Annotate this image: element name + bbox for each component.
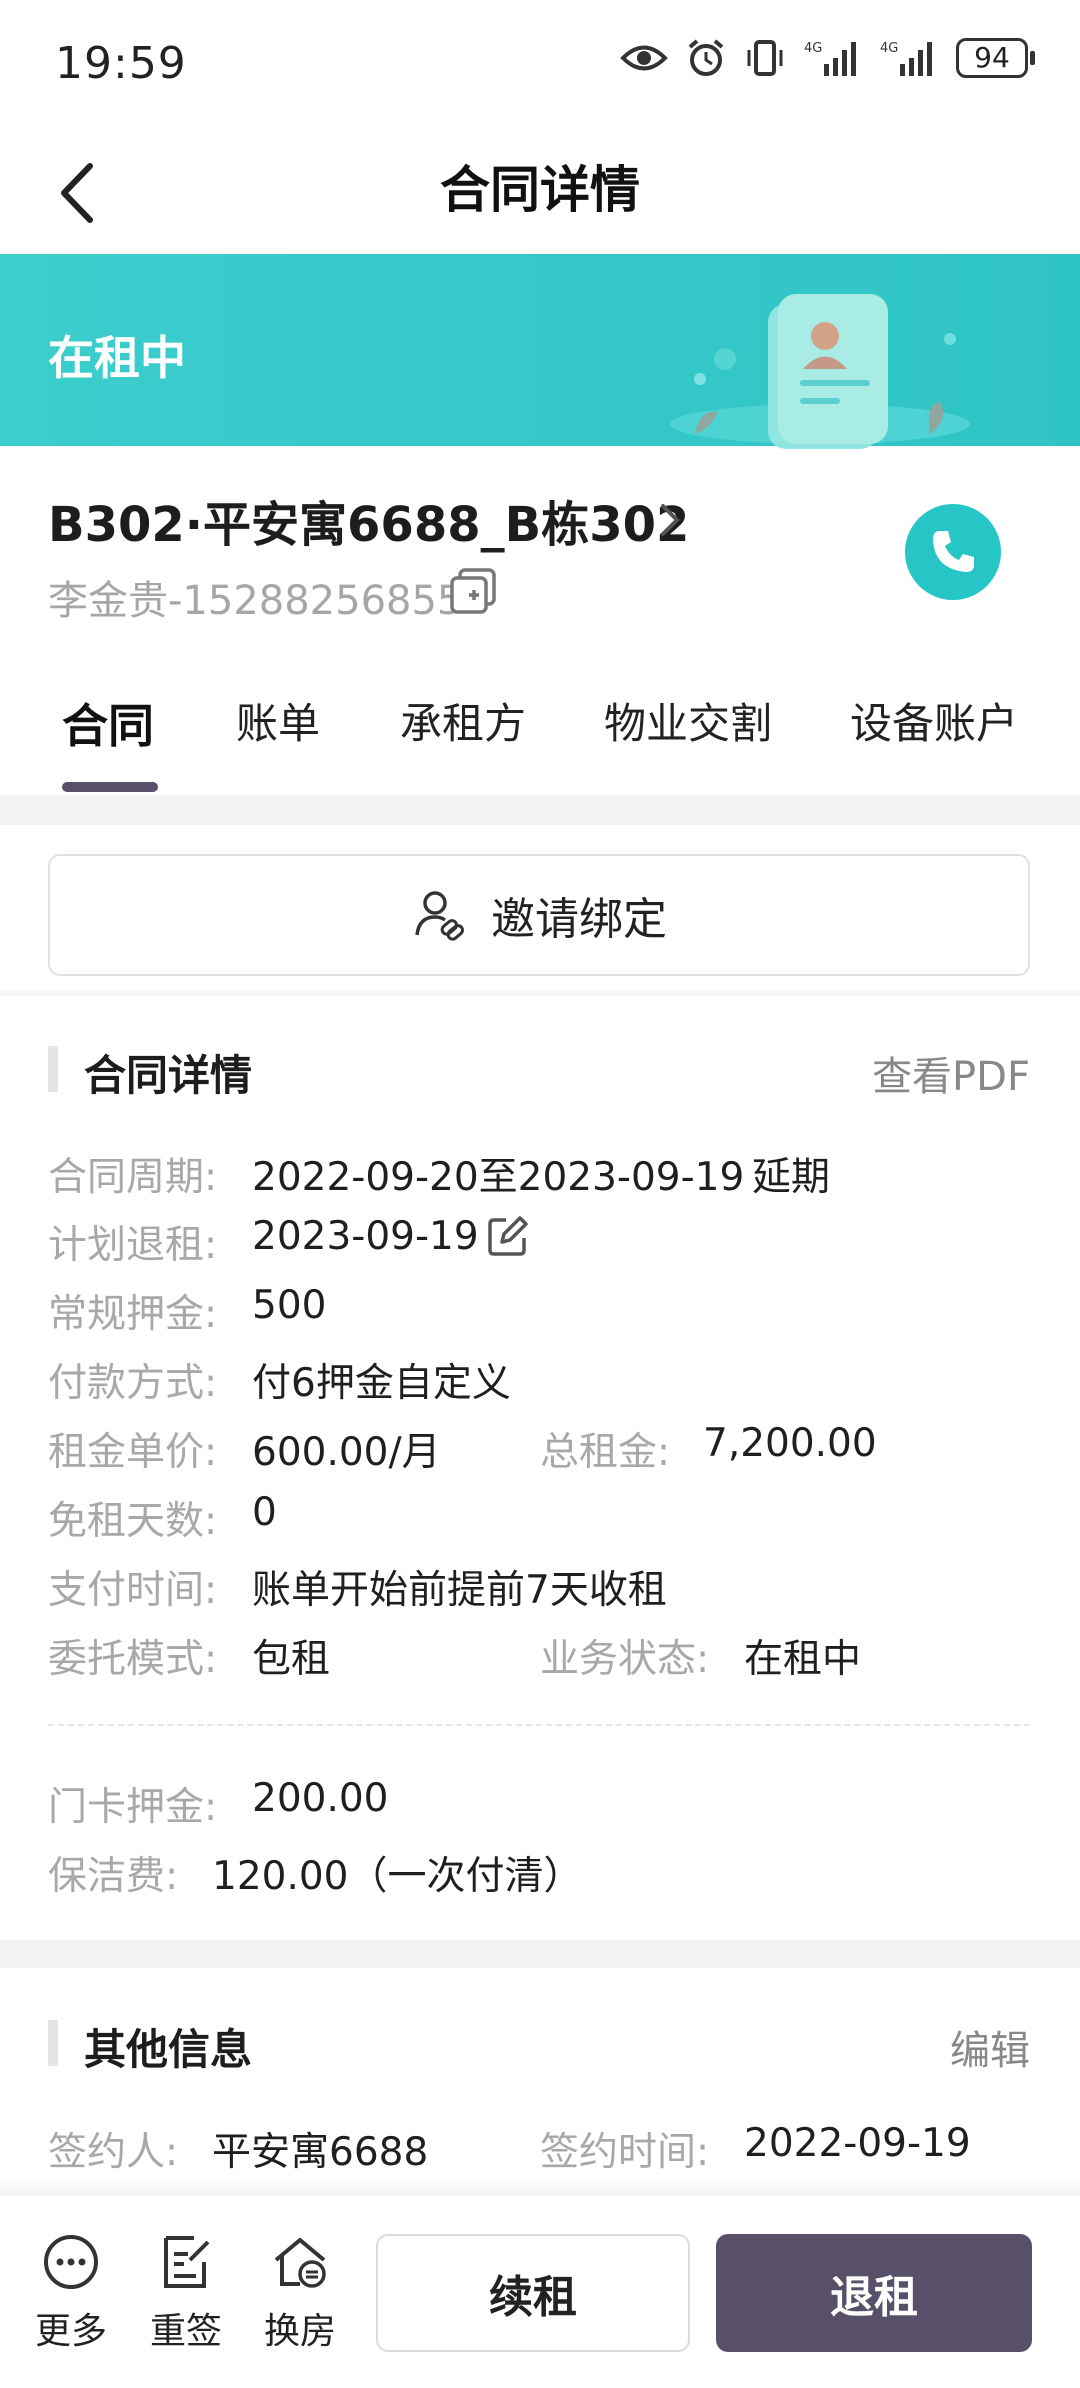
period-label: 合同周期: <box>48 1155 218 1200</box>
checkout-button[interactable]: 退租 <box>716 2234 1032 2352</box>
cleaning-fee-label: 保洁费: <box>48 1854 179 1899</box>
more-button[interactable]: 更多 <box>16 2232 126 2354</box>
free-days-value: 0 <box>252 1490 277 1535</box>
svg-text:4G: 4G <box>880 41 898 56</box>
svg-text:4G: 4G <box>804 41 822 56</box>
total-rent-value: 7,200.00 <box>703 1421 877 1466</box>
biz-status-label: 业务状态: <box>540 1637 710 1682</box>
tab-indicator <box>62 782 158 792</box>
planned-checkout-label: 计划退租: <box>48 1223 218 1268</box>
tab-device-account[interactable]: 设备账户 <box>850 690 1018 751</box>
planned-checkout-value: 2023-09-19 <box>252 1214 479 1259</box>
extend-link[interactable]: 延期 <box>752 1146 830 1202</box>
invite-bind-button[interactable]: 邀请绑定 <box>48 854 1030 976</box>
renew-button[interactable]: 续租 <box>376 2234 690 2352</box>
more-label: 更多 <box>34 2311 107 2352</box>
section-gap-thin <box>0 990 1080 996</box>
phone-icon <box>933 531 974 572</box>
sign-time-label: 签约时间: <box>540 2130 710 2175</box>
signer-label: 签约人: <box>48 2130 179 2175</box>
resign-label: 重签 <box>149 2311 222 2352</box>
edit-link[interactable]: 编辑 <box>950 2018 1030 2076</box>
resign-icon <box>164 2236 210 2288</box>
invite-bind-label: 邀请绑定 <box>491 894 667 945</box>
signer-value: 平安寓6688 <box>212 2130 429 2175</box>
tab-tenant[interactable]: 承租方 <box>400 690 526 751</box>
resign-button[interactable]: 重签 <box>131 2232 241 2354</box>
sign-time-value: 2022-09-19 <box>744 2121 971 2166</box>
call-button[interactable] <box>905 504 1001 600</box>
more-icon <box>44 2235 98 2289</box>
pay-time-value: 账单开始前提前7天收租 <box>252 1568 667 1613</box>
section-gap-2 <box>0 1940 1080 1968</box>
edit-icon[interactable] <box>486 1214 530 1258</box>
user-link-icon <box>415 891 465 941</box>
house-swap-icon <box>274 2238 326 2288</box>
alarm-icon <box>688 39 724 76</box>
tab-property-handover[interactable]: 物业交割 <box>604 690 772 751</box>
property-name[interactable]: B302·平安寓6688_B栋302 <box>48 485 689 555</box>
mode-label: 委托模式: <box>48 1637 218 1682</box>
battery-icon: 94 <box>956 38 1035 78</box>
section-marker <box>48 1046 58 1092</box>
pay-time-label: 支付时间: <box>48 1568 218 1613</box>
rental-status: 在租中 <box>48 331 186 385</box>
unit-price-value: 600.00/月 <box>252 1430 441 1475</box>
page-title: 合同详情 <box>440 161 640 219</box>
card-deposit-value: 200.00 <box>252 1776 389 1821</box>
cleaning-fee-value: 120.00（一次付清） <box>212 1854 583 1899</box>
status-time: 19:59 <box>55 38 187 89</box>
section-gap <box>0 795 1080 825</box>
copy-icon[interactable] <box>448 566 498 616</box>
tenant-info: 李金贵-15288256855 <box>48 578 463 624</box>
vibrate-icon <box>747 40 783 76</box>
view-pdf-link[interactable]: 查看PDF <box>872 1044 1030 1102</box>
other-section-title: 其他信息 <box>84 2025 253 2074</box>
signal-4g-icon: 4G <box>804 41 856 76</box>
deposit-label: 常规押金: <box>48 1292 218 1337</box>
total-rent-label: 总租金: <box>540 1430 671 1475</box>
tab-bills[interactable]: 账单 <box>236 690 320 751</box>
dashed-divider <box>48 1724 1030 1726</box>
biz-status-value: 在租中 <box>744 1637 862 1682</box>
unit-price-label: 租金单价: <box>48 1430 218 1475</box>
card-deposit-label: 门卡押金: <box>48 1785 218 1830</box>
free-days-label: 免租天数: <box>48 1499 218 1544</box>
tab-contract[interactable]: 合同 <box>62 690 154 756</box>
deposit-value: 500 <box>252 1283 327 1328</box>
chevron-right-icon[interactable] <box>655 500 685 540</box>
payment-value: 付6押金自定义 <box>252 1361 511 1406</box>
change-room-label: 换房 <box>263 2311 336 2352</box>
mode-value: 包租 <box>252 1637 331 1682</box>
contract-illustration-icon <box>670 294 970 449</box>
section-marker-2 <box>48 2020 58 2066</box>
payment-label: 付款方式: <box>48 1361 218 1406</box>
signal-4g-icon-2: 4G <box>880 41 932 76</box>
change-room-button[interactable]: 换房 <box>245 2232 355 2354</box>
eye-icon <box>620 45 668 71</box>
tab-bar: 合同 账单 承租方 物业交割 设备账户 <box>0 690 1080 794</box>
contract-section-title: 合同详情 <box>84 1051 253 1100</box>
period-value: 2022-09-20至2023-09-19 <box>252 1155 745 1200</box>
status-icons: 4G 4G 94 <box>620 38 1035 78</box>
